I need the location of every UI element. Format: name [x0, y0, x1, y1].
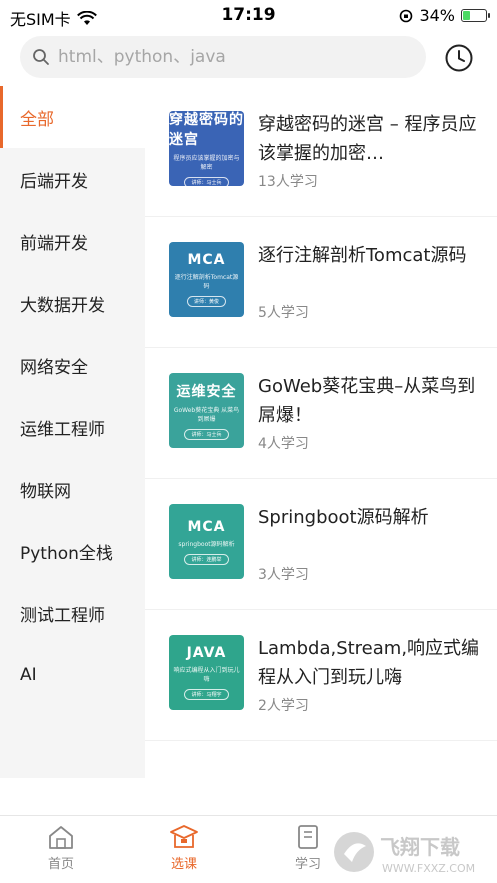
bottom-tab-bar: 首页 选课 学习 飞翔下载 WWW.FXXZ.COM — [0, 815, 497, 883]
svg-text:飞翔下载: 飞翔下载 — [380, 835, 460, 859]
course-item[interactable]: MCA springboot源码解析 讲师：连鹏举 Springboot源码解析… — [145, 479, 497, 610]
category-label: 物联网 — [20, 481, 71, 502]
course-title: 逐行注解剖析Tomcat源码 — [258, 245, 467, 266]
category-sidebar: 全部 后端开发 前端开发 大数据开发 网络安全 运维工程师 物联网 Python… — [0, 86, 145, 778]
thumbnail-tag: 讲师：马士兵 — [184, 177, 229, 186]
tab-courses[interactable]: 选课 — [154, 824, 214, 872]
thumbnail-title: JAVA — [186, 645, 227, 661]
thumbnail-title: 运维安全 — [176, 384, 237, 400]
course-learners: 4人学习 — [258, 436, 309, 452]
course-thumbnail: 穿越密码的迷宫 程序员应该掌握的加密与解密 讲师：马士兵 — [169, 111, 244, 186]
thumbnail-subtitle: 响应式编程从入门到玩儿嗨 — [173, 667, 240, 683]
status-bar: 无SIM卡 17:19 34% — [0, 0, 497, 32]
watermark-logo: 飞翔下载 WWW.FXXZ.COM — [334, 832, 475, 875]
tab-study[interactable]: 学习 — [278, 824, 338, 872]
category-label: 后端开发 — [20, 171, 88, 192]
category-item-ops[interactable]: 运维工程师 — [0, 396, 145, 458]
category-label: 大数据开发 — [20, 295, 105, 316]
course-item[interactable]: JAVA 响应式编程从入门到玩儿嗨 讲师：马翔宇 Lambda,Stream,响… — [145, 610, 497, 741]
battery-icon — [461, 9, 490, 22]
thumbnail-title: 穿越密码的迷宫 — [169, 112, 244, 148]
search-bar[interactable] — [20, 36, 426, 78]
course-item[interactable]: 运维安全 GoWeb葵花宝典 从菜鸟到屌爆 讲师：马士兵 GoWeb葵花宝典–从… — [145, 348, 497, 479]
thumbnail-tag: 讲师：马士兵 — [184, 429, 229, 440]
search-row — [0, 32, 497, 86]
course-list: 穿越密码的迷宫 程序员应该掌握的加密与解密 讲师：马士兵 穿越密码的迷宫 – 程… — [145, 86, 497, 778]
category-label: Python全栈 — [20, 543, 113, 564]
course-title: Springboot源码解析 — [258, 507, 429, 528]
tab-label: 学习 — [294, 857, 321, 872]
course-learners: 3人学习 — [258, 567, 309, 583]
svg-text:WWW.FXXZ.COM: WWW.FXXZ.COM — [382, 862, 475, 875]
course-title: Lambda,Stream,响应式编程从入门到玩儿嗨 — [258, 638, 480, 688]
battery-percent: 34% — [419, 6, 455, 25]
course-thumbnail: MCA 逐行注解剖析Tomcat源码 讲师：黄俊 — [169, 242, 244, 317]
course-thumbnail: 运维安全 GoWeb葵花宝典 从菜鸟到屌爆 讲师：马士兵 — [169, 373, 244, 448]
thumbnail-subtitle: springboot源码解析 — [178, 540, 235, 548]
status-right: 34% — [399, 6, 490, 25]
search-icon — [33, 49, 49, 65]
thumbnail-tag: 讲师：马翔宇 — [184, 689, 229, 700]
category-item-all[interactable]: 全部 — [0, 86, 145, 148]
course-learners: 2人学习 — [258, 698, 309, 714]
course-title: GoWeb葵花宝典–从菜鸟到屌爆！ — [258, 376, 476, 426]
category-label: 测试工程师 — [20, 605, 105, 626]
category-item-python[interactable]: Python全栈 — [0, 520, 145, 582]
category-item-ai[interactable]: AI — [0, 644, 145, 706]
category-label: 运维工程师 — [20, 419, 105, 440]
category-item-bigdata[interactable]: 大数据开发 — [0, 272, 145, 334]
category-item-backend[interactable]: 后端开发 — [0, 148, 145, 210]
course-item[interactable]: MCA 逐行注解剖析Tomcat源码 讲师：黄俊 逐行注解剖析Tomcat源码 … — [145, 217, 497, 348]
category-item-testing[interactable]: 测试工程师 — [0, 582, 145, 644]
thumbnail-subtitle: 程序员应该掌握的加密与解密 — [173, 155, 240, 171]
study-icon — [298, 825, 318, 849]
tab-label: 选课 — [170, 857, 197, 872]
course-thumbnail: MCA springboot源码解析 讲师：连鹏举 — [169, 504, 244, 579]
category-label: AI — [20, 665, 37, 685]
course-title: 穿越密码的迷宫 – 程序员应该掌握的加密… — [258, 114, 477, 164]
thumbnail-tag: 讲师：连鹏举 — [184, 553, 229, 565]
home-icon — [49, 826, 73, 849]
course-learners: 13人学习 — [258, 174, 318, 190]
category-label: 前端开发 — [20, 233, 88, 254]
tab-home[interactable]: 首页 — [31, 824, 91, 872]
thumbnail-tag: 讲师：黄俊 — [186, 296, 226, 307]
search-input[interactable] — [58, 47, 398, 67]
course-learners: 5人学习 — [258, 305, 309, 321]
course-thumbnail: JAVA 响应式编程从入门到玩儿嗨 讲师：马翔宇 — [169, 635, 244, 710]
category-item-frontend[interactable]: 前端开发 — [0, 210, 145, 272]
thumbnail-title: MCA — [187, 252, 226, 268]
category-label: 网络安全 — [20, 357, 88, 378]
thumbnail-title: MCA — [187, 518, 226, 535]
category-label: 全部 — [20, 109, 54, 130]
rotation-lock-icon — [400, 9, 413, 22]
tab-label: 首页 — [47, 857, 74, 872]
course-item[interactable]: 穿越密码的迷宫 程序员应该掌握的加密与解密 讲师：马士兵 穿越密码的迷宫 – 程… — [145, 86, 497, 217]
category-item-security[interactable]: 网络安全 — [0, 334, 145, 396]
thumbnail-subtitle: 逐行注解剖析Tomcat源码 — [174, 274, 239, 290]
course-icon — [170, 825, 198, 848]
battery-level — [463, 11, 471, 20]
thumbnail-subtitle: GoWeb葵花宝典 从菜鸟到屌爆 — [173, 407, 240, 423]
category-item-iot[interactable]: 物联网 — [0, 458, 145, 520]
clock-icon[interactable] — [443, 42, 475, 74]
